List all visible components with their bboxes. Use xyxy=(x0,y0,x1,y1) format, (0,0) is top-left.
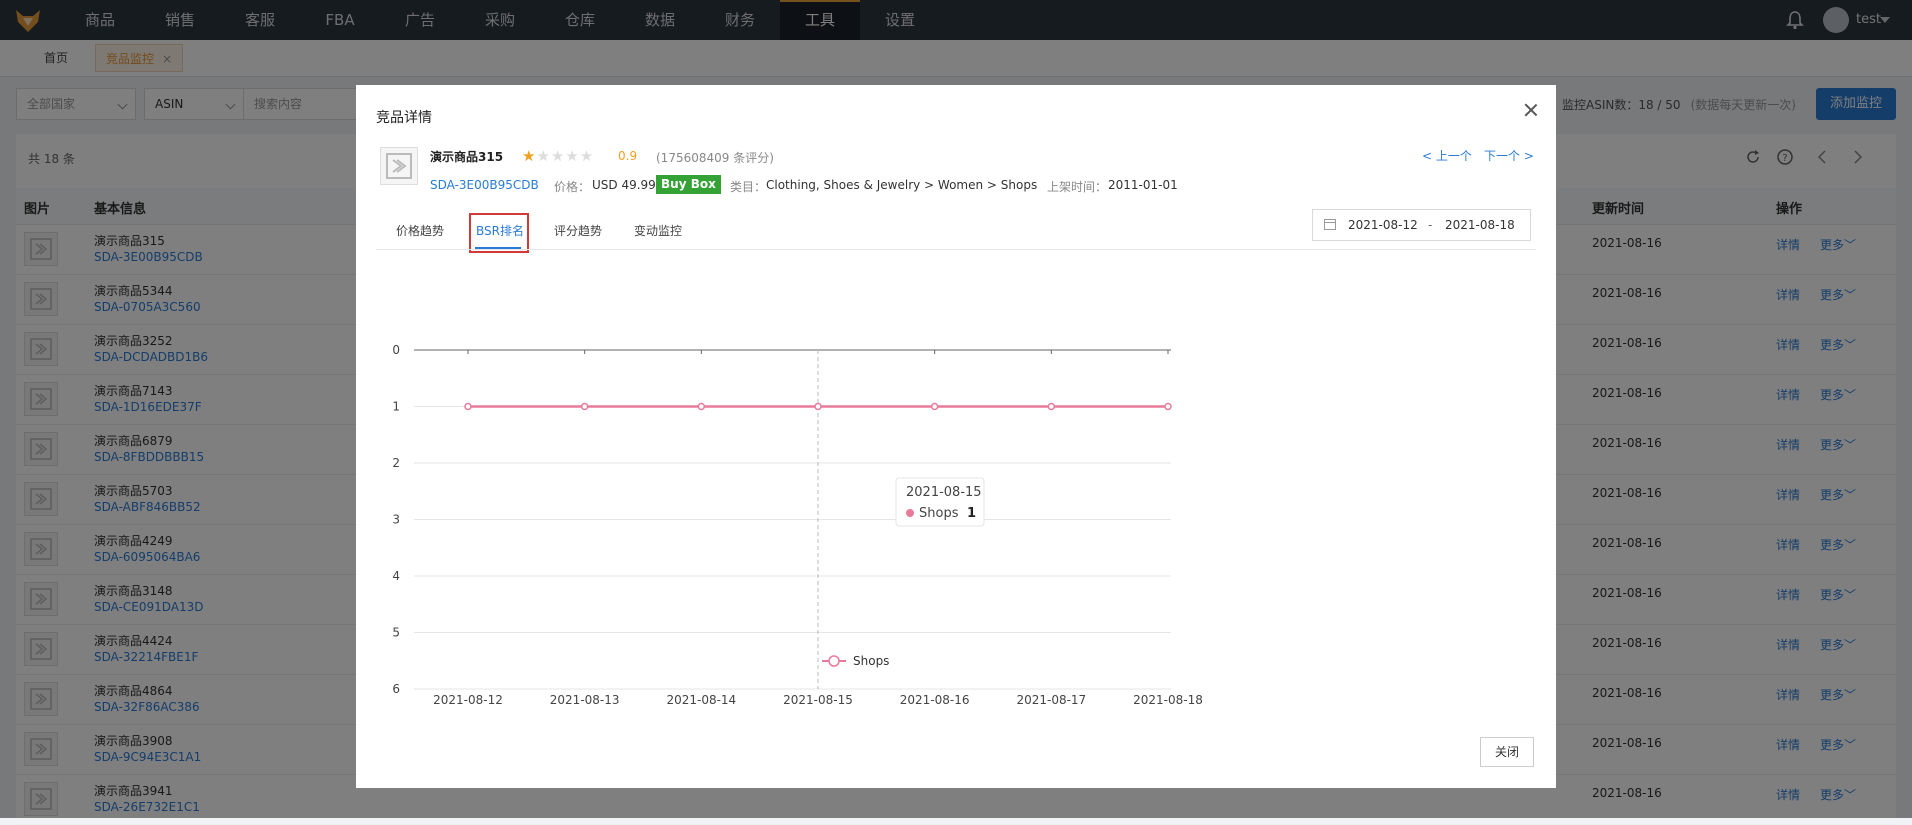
tooltip-series: Shops xyxy=(919,506,959,521)
tab-divider xyxy=(376,249,1536,250)
close-button[interactable]: 关闭 xyxy=(1480,737,1534,767)
rating-value: 0.9 xyxy=(618,149,638,163)
legend-label: Shops xyxy=(853,654,889,668)
y-tick-label: 6 xyxy=(392,682,400,696)
x-tick-label: 2021-08-12 xyxy=(433,693,503,707)
tooltip-value: 1 xyxy=(967,506,976,521)
listed-date: 2011-01-01 xyxy=(1108,178,1178,192)
product-name: 演示商品315 xyxy=(430,150,504,164)
y-tick-label: 5 xyxy=(392,626,400,640)
date-from[interactable]: 2021-08-12 xyxy=(1348,218,1418,232)
x-tick-label: 2021-08-13 xyxy=(550,693,620,707)
price-label: 价格： xyxy=(554,180,591,194)
close-icon[interactable] xyxy=(1524,103,1538,117)
data-point xyxy=(697,402,706,411)
review-count: (175608409 条评分) xyxy=(656,151,774,165)
x-tick-label: 2021-08-17 xyxy=(1016,693,1086,707)
y-tick-label: 3 xyxy=(392,513,400,527)
data-point xyxy=(464,402,472,411)
y-tick-label: 4 xyxy=(392,569,400,583)
category-value: Clothing, Shoes & Jewelry > Women > Shop… xyxy=(766,178,1038,192)
date-to[interactable]: 2021-08-18 xyxy=(1445,218,1515,232)
price-value: USD 49.99 xyxy=(592,178,656,192)
tooltip-marker xyxy=(906,509,914,517)
prev-product-link[interactable]: < 上一个 xyxy=(1422,147,1472,164)
modal-title: 竞品详情 xyxy=(376,110,432,126)
data-point xyxy=(1047,402,1056,411)
date-range-picker[interactable]: 2021-08-12 - 2021-08-18 xyxy=(1312,209,1531,241)
category-label: 类目： xyxy=(730,180,767,194)
data-point xyxy=(930,402,939,411)
x-tick-label: 2021-08-14 xyxy=(666,693,736,707)
tab-price-trend[interactable]: 价格趋势 xyxy=(396,222,444,239)
buybox-badge: Buy Box xyxy=(656,175,721,194)
listed-label: 上架时间： xyxy=(1047,180,1108,194)
data-point xyxy=(580,402,589,411)
product-image xyxy=(380,147,418,185)
data-point xyxy=(1164,402,1172,411)
y-tick-label: 1 xyxy=(392,400,400,414)
star-icon: ★★★★ xyxy=(536,147,595,165)
highlight-box xyxy=(469,213,529,253)
y-tick-label: 2 xyxy=(392,456,400,470)
x-tick-label: 2021-08-16 xyxy=(900,693,970,707)
star-icon: ★ xyxy=(522,147,537,165)
y-tick-label: 0 xyxy=(392,343,400,357)
tab-rating-trend[interactable]: 评分趋势 xyxy=(554,222,602,239)
rating-stars: ★★★★★ xyxy=(522,147,594,165)
date-separator: - xyxy=(1428,218,1433,232)
tooltip-date: 2021-08-15 xyxy=(906,485,982,500)
next-product-link[interactable]: 下一个 > xyxy=(1484,147,1534,164)
x-tick-label: 2021-08-15 xyxy=(783,693,853,707)
tab-change-monitor[interactable]: 变动监控 xyxy=(634,222,682,239)
bsr-line-chart[interactable]: 0 1 2 3 4 5 6 2021-08-12 2021-08-13 2021-08-14 202… xyxy=(356,255,1556,735)
calendar-icon xyxy=(1324,219,1336,230)
x-tick-label: 2021-08-18 xyxy=(1133,693,1203,707)
competitor-detail-modal: 竞品详情 演示商品315 ★★★★★ 0.9 (175608409 条评分) <… xyxy=(356,85,1556,788)
placeholder-image-icon xyxy=(386,153,412,179)
legend-marker xyxy=(828,655,840,667)
product-sku[interactable]: SDA-3E00B95CDB xyxy=(430,178,539,192)
data-point xyxy=(814,402,822,411)
